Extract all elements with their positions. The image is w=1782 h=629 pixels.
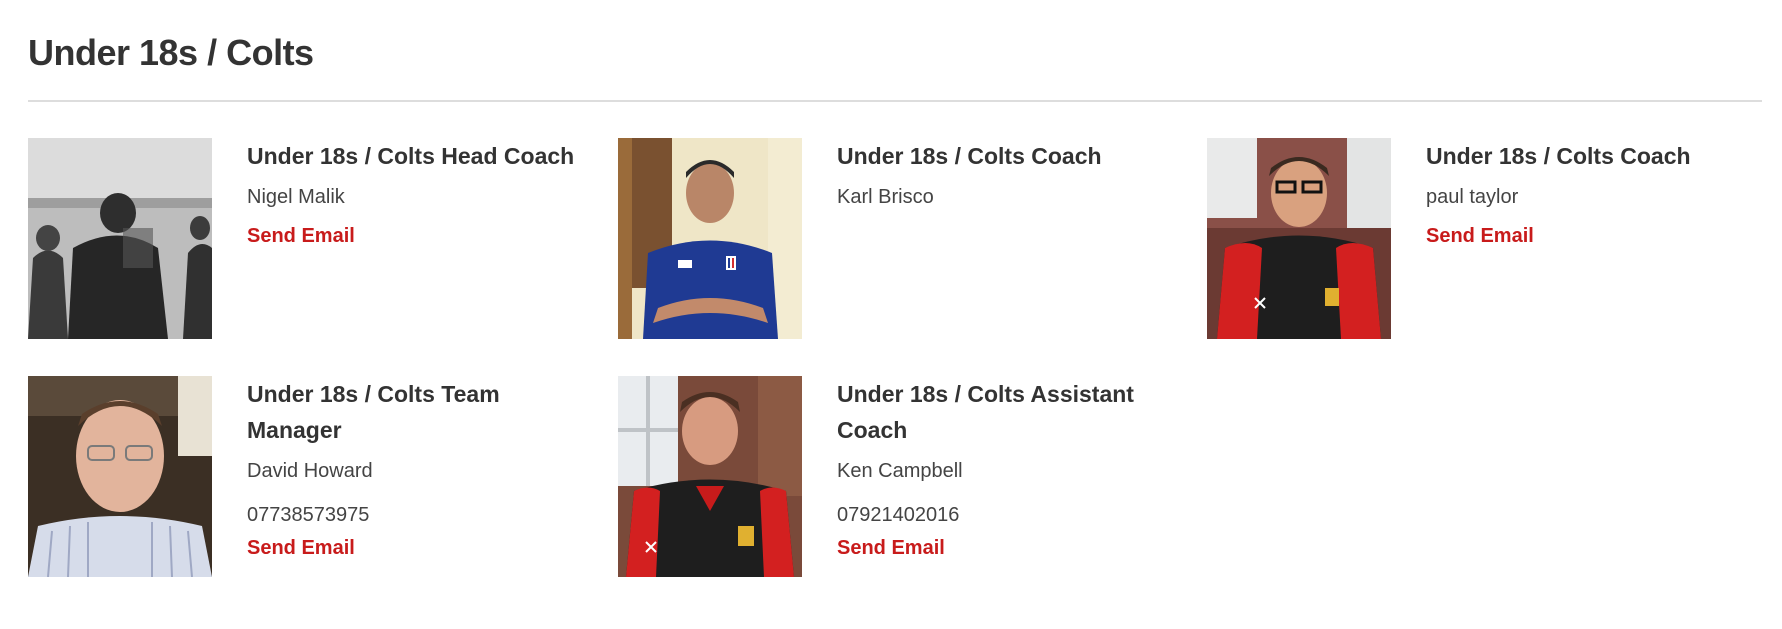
send-email-link[interactable]: Send Email xyxy=(247,223,355,249)
contact-photo xyxy=(28,376,212,577)
contact-photo xyxy=(1207,138,1391,339)
contact-photo xyxy=(618,376,802,577)
contact-phone: 07738573975 xyxy=(247,504,370,526)
send-email-link[interactable]: Send Email xyxy=(247,535,355,561)
send-email-link[interactable]: Send Email xyxy=(837,535,945,561)
contact-card: Under 18s / Colts Coach paul taylor Send… xyxy=(1207,138,1767,348)
send-email-link[interactable]: Send Email xyxy=(1426,223,1534,249)
contact-name: Nigel Malik xyxy=(247,186,345,208)
contact-role: Under 18s / Colts Coach xyxy=(837,143,1102,169)
contact-name: paul taylor xyxy=(1426,186,1519,208)
contact-role: Under 18s / Colts Coach xyxy=(1426,143,1691,169)
contact-role: Under 18s / Colts Head Coach xyxy=(247,143,575,169)
contact-name: David Howard xyxy=(247,460,373,482)
section-divider xyxy=(28,100,1762,102)
contact-card: Under 18s / Colts Assistant Coach Ken Ca… xyxy=(618,376,1178,586)
contact-name: Karl Brisco xyxy=(837,186,934,208)
contact-card: Under 18s / Colts Coach Karl Brisco xyxy=(618,138,1178,348)
contact-role: Under 18s / Colts Team Manager xyxy=(247,381,500,443)
contact-name: Ken Campbell xyxy=(837,460,963,482)
contact-card: Under 18s / Colts Team Manager David How… xyxy=(28,376,588,586)
contact-card: Under 18s / Colts Head Coach Nigel Malik… xyxy=(28,138,588,348)
contact-phone: 07921402016 xyxy=(837,504,960,526)
contact-role: Under 18s / Colts Assistant Coach xyxy=(837,381,1134,443)
contact-photo xyxy=(618,138,802,339)
contact-photo xyxy=(28,138,212,339)
section-title: Under 18s / Colts xyxy=(28,32,314,73)
